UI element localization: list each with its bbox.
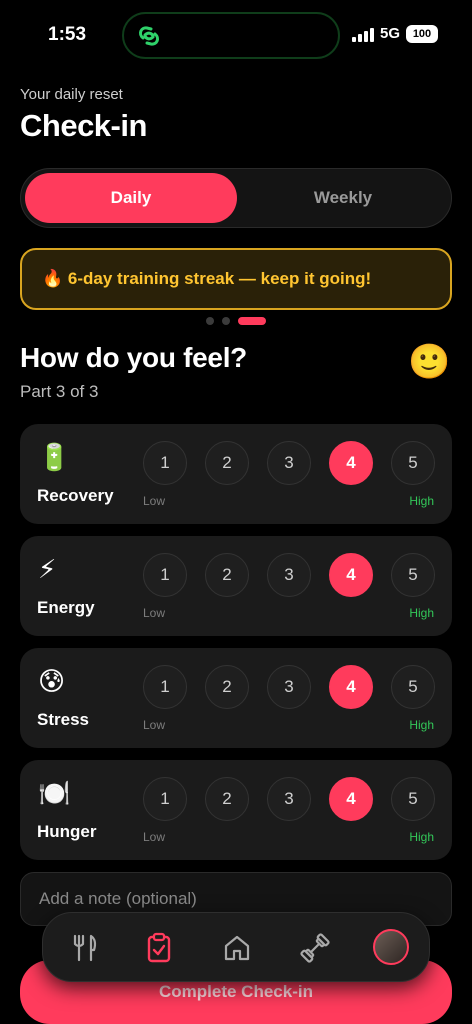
- rating-card-hunger: 🍽️ Hunger 1 2 3 4 5 Low High: [20, 760, 452, 860]
- status-time: 1:53: [48, 24, 87, 45]
- fork-knife-icon[interactable]: [67, 930, 103, 966]
- home-icon[interactable]: [219, 930, 255, 966]
- section-progress: Part 3 of 3: [20, 382, 99, 401]
- pager-dot-active[interactable]: [238, 317, 266, 325]
- page-title: Check-in: [20, 108, 147, 143]
- period-segmented-control: Daily Weekly: [20, 168, 452, 228]
- scale-low-label: Low: [143, 494, 166, 508]
- rating-option-4-selected[interactable]: 4: [329, 441, 373, 485]
- scale-high-label: High: [409, 718, 434, 732]
- clipboard-check-icon[interactable]: [141, 930, 177, 966]
- signal-icon: [352, 28, 374, 42]
- network-label: 5G: [380, 25, 401, 42]
- scale-low-label: Low: [143, 606, 166, 620]
- status-bar: 1:53 5G 100: [0, 0, 472, 70]
- rating-option-5[interactable]: 5: [391, 441, 435, 485]
- rating-option-2[interactable]: 2: [205, 777, 249, 821]
- rating-card-stress: 😰 Stress 1 2 3 4 5 Low High: [20, 648, 452, 748]
- rating-label: Hunger: [37, 822, 97, 841]
- rating-option-2[interactable]: 2: [205, 665, 249, 709]
- rating-label: Recovery: [37, 486, 114, 505]
- streak-banner[interactable]: 🔥 6-day training streak — keep it going!: [20, 248, 452, 310]
- dynamic-island: [122, 12, 340, 59]
- lightning-icon: ⚡: [38, 554, 57, 584]
- rating-card-energy: ⚡ Energy 1 2 3 4 5 Low High: [20, 536, 452, 636]
- rating-option-3[interactable]: 3: [267, 665, 311, 709]
- rating-option-2[interactable]: 2: [205, 441, 249, 485]
- plate-icon: 🍽️: [38, 778, 71, 808]
- scale-low-label: Low: [143, 830, 166, 844]
- rating-option-2[interactable]: 2: [205, 553, 249, 597]
- pager-dot[interactable]: [222, 317, 230, 325]
- scale-high-label: High: [409, 494, 434, 508]
- scale-low-label: Low: [143, 718, 166, 732]
- rating-option-5[interactable]: 5: [391, 777, 435, 821]
- rating-option-1[interactable]: 1: [143, 553, 187, 597]
- anxious-face-icon: 😰: [38, 666, 66, 696]
- fire-icon: 🔥: [42, 269, 64, 288]
- rating-option-1[interactable]: 1: [143, 777, 187, 821]
- battery-icon: 100: [406, 25, 438, 43]
- scale-high-label: High: [409, 606, 434, 620]
- tab-weekly[interactable]: Weekly: [237, 173, 449, 223]
- rating-option-4-selected[interactable]: 4: [329, 553, 373, 597]
- rating-label: Energy: [37, 598, 95, 617]
- rating-option-3[interactable]: 3: [267, 553, 311, 597]
- avatar[interactable]: [373, 929, 409, 965]
- scale-high-label: High: [409, 830, 434, 844]
- streak-text: 6-day training streak — keep it going!: [67, 269, 372, 288]
- rating-card-recovery: 🔋 Recovery 1 2 3 4 5 Low High: [20, 424, 452, 524]
- header-subtitle: Your daily reset: [20, 86, 123, 103]
- pager-dot[interactable]: [206, 317, 214, 325]
- rating-option-4-selected[interactable]: 4: [329, 777, 373, 821]
- rating-option-3[interactable]: 3: [267, 441, 311, 485]
- rating-option-5[interactable]: 5: [391, 665, 435, 709]
- rating-option-3[interactable]: 3: [267, 777, 311, 821]
- rating-label: Stress: [37, 710, 89, 729]
- rating-option-1[interactable]: 1: [143, 441, 187, 485]
- bottom-tab-bar: [42, 912, 430, 982]
- rating-option-1[interactable]: 1: [143, 665, 187, 709]
- dumbbell-icon[interactable]: [297, 930, 333, 966]
- rating-option-4-selected[interactable]: 4: [329, 665, 373, 709]
- link-icon: [138, 26, 160, 46]
- rating-option-5[interactable]: 5: [391, 553, 435, 597]
- tab-daily[interactable]: Daily: [25, 173, 237, 223]
- section-title: How do you feel?: [20, 342, 247, 373]
- smile-icon: 🙂: [408, 343, 451, 381]
- battery-icon: 🔋: [38, 442, 71, 472]
